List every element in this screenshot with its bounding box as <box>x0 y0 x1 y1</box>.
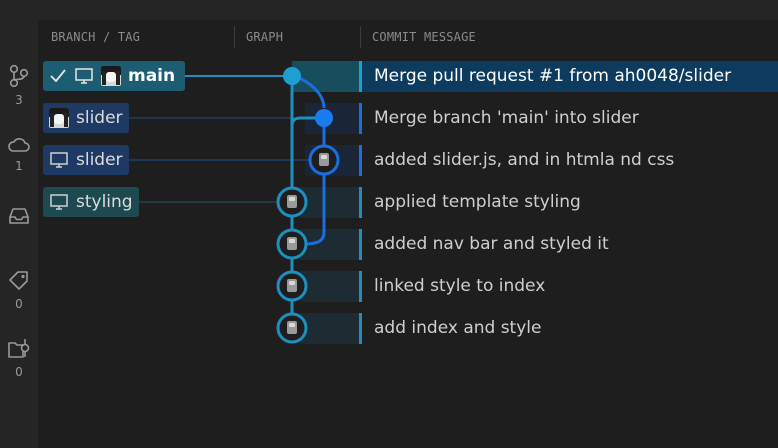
row-accent <box>359 229 362 260</box>
monitor-icon <box>50 194 68 210</box>
row-accent <box>359 313 362 344</box>
branch-label: styling <box>76 192 133 212</box>
commit-message[interactable]: applied template styling <box>374 192 581 212</box>
branch-pill-styling[interactable]: styling <box>43 187 139 217</box>
commit-avatar-node <box>276 312 308 344</box>
avatar <box>49 108 69 128</box>
branch-pill-slider[interactable]: slider <box>43 145 129 175</box>
monitor-icon <box>75 68 93 84</box>
commit-message[interactable]: add index and style <box>374 318 541 338</box>
branch-label: slider <box>76 108 123 128</box>
commit-message[interactable]: Merge branch 'main' into slider <box>374 108 639 128</box>
commit-message[interactable]: Merge pull request #1 from ah0048/slider <box>374 66 731 86</box>
row-accent <box>359 187 362 218</box>
monitor-icon <box>50 152 68 168</box>
avatar <box>101 66 121 86</box>
branch-label: main <box>128 66 176 86</box>
merge-node <box>315 109 333 127</box>
commit-message[interactable]: added slider.js, and in htmla nd css <box>374 150 674 170</box>
row-accent <box>359 61 362 92</box>
row-accent <box>359 145 362 176</box>
branch-label: slider <box>76 150 123 170</box>
commit-avatar-node <box>276 228 308 260</box>
commit-avatar-node <box>276 186 308 218</box>
row-accent <box>359 271 362 302</box>
branch-pill-main[interactable]: main <box>43 61 185 91</box>
row-accent <box>359 103 362 134</box>
branch-pill-remote-slider[interactable]: slider <box>43 103 129 133</box>
commit-message[interactable]: added nav bar and styled it <box>374 234 609 254</box>
check-icon <box>50 69 66 83</box>
merge-node <box>283 67 301 85</box>
commit-message[interactable]: linked style to index <box>374 276 545 296</box>
commit-avatar-node <box>276 270 308 302</box>
commit-avatar-node <box>308 144 340 176</box>
